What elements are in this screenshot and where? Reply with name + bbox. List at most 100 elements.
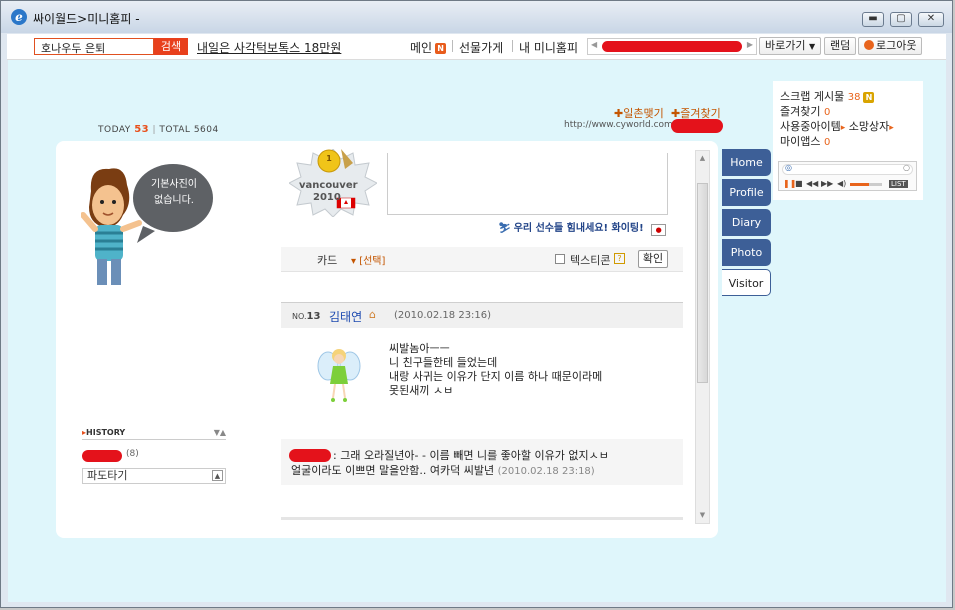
year-label: 2010 [313,192,341,203]
history-header: ▸HISTORY ▼▲ [82,428,226,440]
goto-label: 바로가기 [765,39,806,52]
apps-link[interactable]: 마이앱스 0 [780,133,830,149]
playlist-button[interactable]: LIST [889,180,908,188]
homepage-selector[interactable]: ◀ ▶ [587,38,757,55]
post-message: 씨발놈아ㅡㅡ 니 친구들한테 들었는데 내랑 사귀는 이유가 단지 이름 하나 … [389,342,602,398]
pado-dropdown[interactable]: 파도타기 ▲ [82,468,226,484]
card-select-label: [선택] [359,256,386,267]
card-select-dropdown[interactable]: ▾ [선택] [351,252,385,267]
post-author-link[interactable]: 김태연 [329,308,362,325]
olympic-cheer-banner[interactable]: ⛷ 우리 선수들 힘내세요! 화이팅! ● [498,219,667,236]
nav-main-label: 메인 [410,41,433,55]
fav-link[interactable]: 즐겨찾기 0 [780,103,830,119]
items-label: 사용중아이템 [780,120,841,133]
tab-home[interactable]: Home [722,149,771,176]
tab-visitor[interactable]: Visitor [722,269,771,296]
logout-button[interactable]: 로그아웃 [858,37,923,55]
scroll-down-icon[interactable]: ▼ [697,509,708,522]
maximize-icon[interactable]: ▢ [890,12,912,27]
post-date: (2010.02.18 23:16) [394,310,492,321]
volume-icon: ◀) [837,179,847,188]
tab-profile[interactable]: Profile [722,179,771,206]
chevron-left-icon[interactable]: ◀ [591,40,597,49]
reply-line-1: : 그래 오라질년아- - 이름 빼면 니를 좋아할 이유가 없지ㅅㅂ [333,449,609,462]
guestbook-post-header: NO.13 김태연 ⌂ (2010.02.18 23:16) [281,302,683,328]
chevron-down-icon: ▾ [351,256,360,267]
music-icon: ◎ [785,163,792,172]
owner-reply: : 그래 오라질년아- - 이름 빼면 니를 좋아할 이유가 없지ㅅㅂ 얼굴이라… [281,439,683,485]
redacted-name [602,41,742,52]
sort-arrows-icon[interactable]: ▼▲ [214,428,226,437]
tinkerbell-minimi [316,344,362,404]
scroll-thumb[interactable] [697,183,708,383]
confirm-button[interactable]: 확인 [638,250,668,268]
post-no-label: NO. [292,312,307,321]
nav-gift-shop[interactable]: 선물가게 [459,39,503,56]
history-title: HISTORY [86,428,126,437]
post-line: 씨발놈아ㅡㅡ [389,342,450,355]
new-badge-icon: N [435,43,447,54]
search-button[interactable]: 검색 [154,38,188,55]
window-title: 싸이월드>미니홈피 - [33,12,140,26]
items-link[interactable]: 사용중아이템▸ 소망상자▸ [780,118,894,134]
post-line: 내랑 사귀는 이유가 단지 이름 하나 때문이라메 [389,370,603,383]
divider [452,40,453,52]
goto-button[interactable]: 바로가기 ▼ [759,37,822,55]
speech-bubble-text: 기본사진이 없습니다. [149,177,199,209]
plus-icon: ✚ [614,107,624,120]
history-count: (8) [126,449,139,459]
bubble-line-1: 기본사진이 [151,179,197,190]
content-scrollbar[interactable]: ▲ ▼ [695,150,710,524]
chevron-up-icon[interactable]: ▲ [212,470,223,481]
arrow-right-icon: ▸ [889,123,894,133]
minimize-icon[interactable]: ▬ [862,12,884,27]
visitor-counter: TODAY 53 | TOTAL 5604 [98,124,219,135]
title-bar: e 싸이월드>미니홈피 - ▬ ▢ ✕ [1,1,952,33]
homepage-url[interactable]: http://www.cyworld.com/ [564,120,676,130]
cyworld-toolbar: 호나우두 은퇴 검색 내일은 사각턱보톡스 18만원 메인 N 선물가게 내 미니… [7,34,946,60]
tab-diary[interactable]: Diary [722,209,771,236]
nav-main[interactable]: 메인 N [410,39,447,56]
post-number: NO.13 [292,311,320,322]
player-track: ◎ ○ [782,163,913,175]
new-badge-icon: N [863,91,875,103]
skier-icon: ⛷ [498,223,511,234]
reply-date: (2010.02.18 23:18) [497,466,595,477]
next-icon[interactable]: ▶▶ [821,179,833,188]
tab-photo[interactable]: Photo [722,239,771,266]
post-no-value: 13 [306,311,321,322]
scrap-link[interactable]: 스크랩 게시물 38 N [780,88,875,104]
reply-line-2: 얼굴이라도 이쁘면 말을안함.. 여카덕 씨발년 [291,464,495,477]
prev-icon[interactable]: ◀◀ [806,179,818,188]
vancouver-label: vancouver [299,180,358,191]
browser-window: e 싸이월드>미니홈피 - ▬ ▢ ✕ 호나우두 은퇴 검색 내일은 사각턱보톡… [0,0,953,608]
help-icon[interactable]: ? [614,253,625,264]
headline-link[interactable]: 내일은 사각턱보톡스 18만원 [197,39,341,56]
apps-count: 0 [823,137,831,148]
home-icon[interactable]: ⌂ [369,308,376,321]
random-button[interactable]: 랜덤 [824,37,857,55]
chevron-right-icon[interactable]: ▶ [747,40,753,49]
power-icon [864,40,874,50]
scroll-up-icon[interactable]: ▲ [697,152,708,165]
post-line: 못된새끼 ㅅㅂ [389,384,454,397]
stop-icon[interactable]: ■ [795,179,803,188]
search-input[interactable]: 호나우두 은퇴 [34,38,154,55]
medal-number: 1 [326,154,332,163]
reply-text: : 그래 오라질년아- - 이름 빼면 니를 좋아할 이유가 없지ㅅㅂ 얼굴이라… [291,448,681,479]
scrap-count: 38 [847,92,861,103]
ie-icon: e [11,9,27,25]
ilchon-link[interactable]: ✚일촌맺기 [614,105,664,121]
today-label: TODAY [98,125,131,135]
nav-my-homepage[interactable]: 내 미니홈피 [519,39,578,56]
total-count: 5604 [193,125,219,135]
intro-text-area [387,153,668,215]
history-friend-row[interactable]: (8) [82,448,226,462]
vancouver-medal-badge: 1 vancouver 2010 [288,148,378,218]
close-icon[interactable]: ✕ [918,12,944,27]
texticon-checkbox[interactable] [555,254,565,264]
track-end-icon: ○ [903,163,910,172]
right-menu-panel: 스크랩 게시물 38 N 즐겨찾기 0 사용중아이템▸ 소망상자▸ 마이앱스 0 … [773,81,923,200]
korea-flag-icon: ● [651,224,667,236]
volume-slider[interactable] [850,183,882,186]
